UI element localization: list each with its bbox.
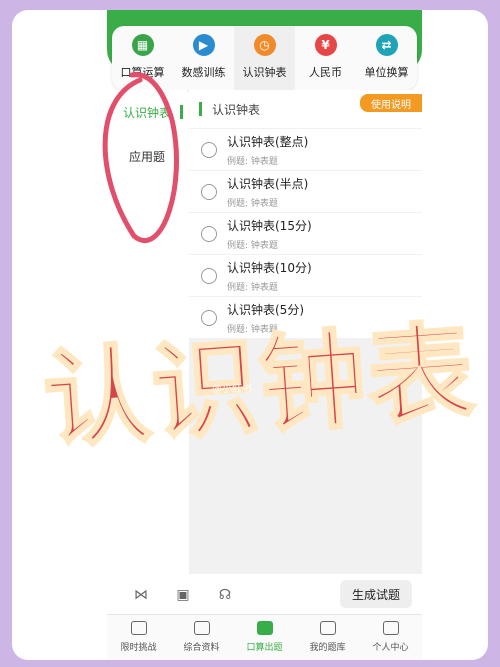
category-label: 口算运算	[120, 66, 165, 79]
tab-label: 口算出题	[246, 643, 283, 653]
swap-icon: ⇄	[375, 34, 398, 56]
category-label: 数感训练	[181, 66, 226, 79]
bottom-tab-bar: 限时挑战 综合资料 口算出题 我的题库 个人中心	[107, 614, 422, 660]
topic-title: 认识钟表(整点)	[227, 134, 309, 149]
support-icon[interactable]: ☊	[217, 587, 233, 603]
topic-row[interactable]: 认识钟表(15分) 例题: 钟表题	[189, 212, 422, 254]
sidebar-item-word-problems[interactable]: 应用题	[107, 134, 187, 178]
user-icon	[382, 621, 399, 635]
tab-challenge[interactable]: 限时挑战	[107, 615, 170, 660]
category-label: 认识钟表	[242, 66, 287, 79]
topic-subtitle: 例题: 钟表题	[227, 282, 278, 293]
topic-title: 认识钟表(10分)	[227, 260, 312, 275]
tab-label: 个人中心	[372, 643, 409, 653]
radio-button[interactable]	[201, 141, 217, 158]
category-shugan[interactable]: ▶ 数感训练	[173, 26, 234, 90]
category-kousuan[interactable]: ▦ 口算运算	[112, 26, 173, 90]
radio-button[interactable]	[201, 183, 217, 200]
section-accent-bar	[199, 102, 202, 116]
folder-icon	[319, 621, 336, 635]
share-icon[interactable]: ⋈	[133, 587, 149, 603]
radio-button[interactable]	[201, 225, 217, 242]
action-toolbar: ⋈ ▣ ☊ 生成试题	[107, 576, 422, 614]
tab-materials[interactable]: 综合资料	[170, 615, 233, 660]
category-row: ▦ 口算运算 ▶ 数感训练 ◷ 认识钟表 ¥ 人民币 ⇄ 单位换算	[112, 26, 417, 90]
topic-subtitle: 例题: 钟表题	[227, 156, 278, 167]
generate-questions-button[interactable]: 生成试题	[340, 580, 412, 608]
category-unit[interactable]: ⇄ 单位换算	[356, 26, 417, 90]
tab-profile[interactable]: 个人中心	[359, 615, 422, 660]
play-icon: ▶	[192, 34, 215, 56]
topic-row[interactable]: 认识钟表(整点) 例题: 钟表题	[189, 128, 422, 170]
trophy-icon	[130, 621, 147, 635]
topic-subtitle: 例题: 钟表题	[227, 198, 278, 209]
materials-icon	[193, 621, 210, 635]
sidebar-item-label: 认识钟表	[122, 105, 171, 120]
tab-label: 我的题库	[309, 643, 346, 653]
category-label: 人民币	[309, 66, 342, 79]
section-header: 认识钟表 使用说明	[189, 90, 422, 128]
grid-icon: ▦	[131, 34, 154, 56]
home-icon	[256, 621, 273, 635]
topic-subtitle: 例题: 钟表题	[227, 240, 278, 251]
radio-button[interactable]	[201, 267, 217, 284]
category-clock[interactable]: ◷ 认识钟表	[234, 26, 295, 90]
topic-row[interactable]: 认识钟表(10分) 例题: 钟表题	[189, 254, 422, 296]
yuan-icon: ¥	[314, 34, 337, 56]
topic-row[interactable]: 认识钟表(半点) 例题: 钟表题	[189, 170, 422, 212]
tab-label: 综合资料	[183, 643, 220, 653]
qr-code-icon[interactable]: ▣	[175, 587, 191, 603]
clock-icon: ◷	[253, 34, 276, 56]
help-button[interactable]: 使用说明	[360, 94, 422, 112]
tab-bank[interactable]: 我的题库	[296, 615, 359, 660]
category-rmb[interactable]: ¥ 人民币	[295, 26, 356, 90]
category-label: 单位换算	[364, 66, 409, 79]
watermark: @小红书	[212, 384, 252, 395]
sidebar-item-label: 应用题	[128, 149, 165, 164]
topic-title: 认识钟表(15分)	[227, 218, 312, 233]
poster-title-overlay: 认识钟表	[38, 309, 481, 465]
sidebar-item-clock[interactable]: 认识钟表	[107, 90, 187, 134]
tab-quiz[interactable]: 口算出题	[233, 615, 296, 660]
topic-title: 认识钟表(半点)	[227, 176, 309, 191]
tab-label: 限时挑战	[120, 643, 157, 653]
section-title: 认识钟表	[212, 102, 261, 117]
